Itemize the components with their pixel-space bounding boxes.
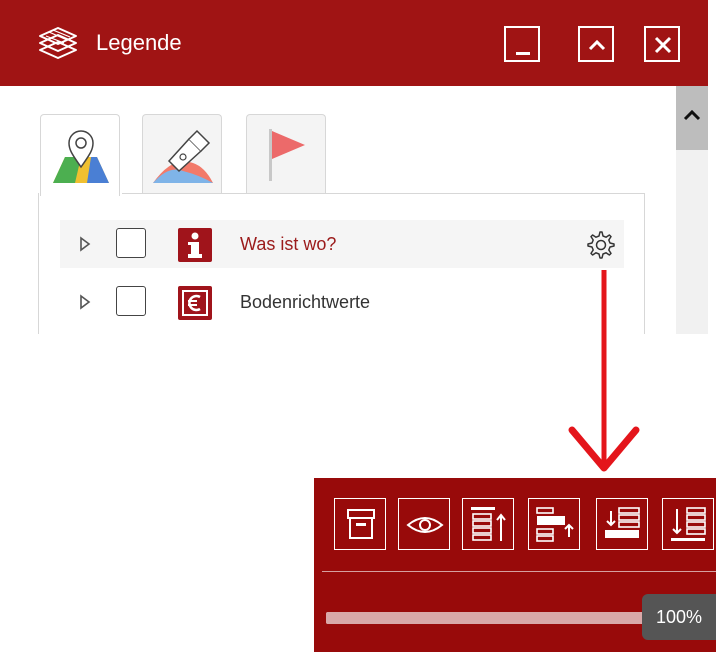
move-up-button[interactable]: [528, 498, 580, 550]
move-down-icon: [605, 507, 640, 538]
opacity-slider-fill: [326, 612, 656, 624]
visibility-button[interactable]: [398, 498, 450, 550]
minimize-icon: [516, 52, 530, 55]
map-pin-icon: [53, 130, 109, 183]
opacity-value-badge: 100%: [642, 594, 716, 640]
window-title: Legende: [96, 30, 182, 55]
chevron-up-icon: [683, 109, 701, 121]
archive-icon: [347, 509, 375, 539]
scrollbar-thumb[interactable]: [676, 86, 708, 150]
layer-row-was-ist-wo[interactable]: Was ist wo?: [60, 220, 624, 268]
opacity-slider[interactable]: [326, 612, 656, 624]
tab-map-layers[interactable]: [40, 114, 120, 196]
layer-checkbox[interactable]: [116, 286, 146, 316]
content-border-left: [38, 193, 39, 334]
maximize-button[interactable]: [578, 26, 614, 62]
euro-icon: [178, 286, 212, 320]
eye-icon: [406, 517, 444, 533]
move-top-icon: [471, 507, 506, 541]
move-bottom-icon: [671, 507, 706, 541]
info-icon: [178, 228, 212, 262]
expand-triangle-icon[interactable]: [78, 236, 92, 252]
layer-label: Bodenrichtwerte: [240, 292, 371, 312]
move-down-button[interactable]: [596, 498, 648, 550]
tabs-divider: [122, 193, 644, 194]
tab-markers[interactable]: [246, 114, 326, 194]
flag-icon: [269, 129, 305, 181]
close-icon: [654, 36, 672, 54]
expand-triangle-icon[interactable]: [78, 294, 92, 310]
layer-label: Was ist wo?: [240, 234, 337, 254]
gear-icon[interactable]: [584, 228, 616, 260]
move-up-icon: [536, 507, 574, 542]
layers-icon: [39, 27, 77, 59]
arrow-down-icon: [568, 270, 640, 472]
close-button[interactable]: [644, 26, 680, 62]
layer-checkbox[interactable]: [116, 228, 146, 258]
chevron-up-icon: [588, 39, 606, 51]
tab-drawing[interactable]: [142, 114, 222, 194]
move-to-bottom-button[interactable]: [662, 498, 714, 550]
move-to-top-button[interactable]: [462, 498, 514, 550]
layer-row-bodenrichtwerte[interactable]: Bodenrichtwerte: [60, 278, 624, 326]
pen-nib-icon: [153, 129, 213, 183]
minimize-button[interactable]: [504, 26, 540, 62]
archive-button[interactable]: [334, 498, 386, 550]
tools-divider: [322, 571, 716, 572]
